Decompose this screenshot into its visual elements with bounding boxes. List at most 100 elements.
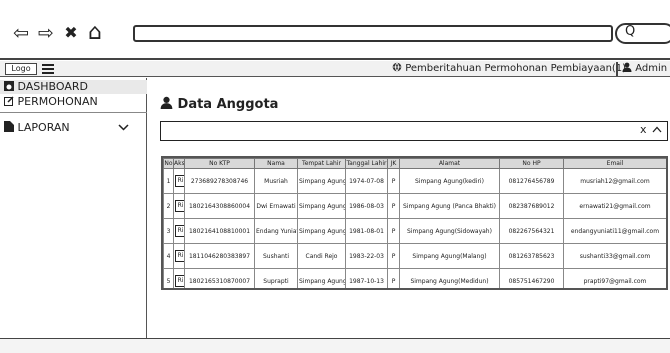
cell-email: endangyuniati11@gmail.com bbox=[563, 218, 666, 244]
cell-action: Ri bbox=[173, 268, 185, 288]
user-menu[interactable]: Admin bbox=[622, 62, 667, 76]
cell-alamat: Simpang Agung(Malang) bbox=[399, 243, 500, 269]
footer bbox=[0, 339, 670, 353]
cell-tanggal: 1974-07-08 bbox=[345, 168, 388, 194]
cell-alamat: Simpang Agung(Medidun) bbox=[399, 268, 500, 288]
close-icon[interactable]: x bbox=[640, 123, 647, 136]
globe-icon bbox=[392, 62, 402, 72]
cell-email: prapti97@gmail.com bbox=[563, 268, 666, 288]
cell-tanggal: 1981-08-01 bbox=[345, 218, 388, 244]
divider bbox=[616, 62, 618, 76]
chevron-up-icon[interactable] bbox=[652, 122, 662, 136]
cell-jk: P bbox=[387, 193, 400, 219]
cell-nama: Sushanti bbox=[254, 243, 298, 269]
user-icon bbox=[160, 96, 173, 109]
column-header: No bbox=[163, 158, 174, 169]
search-icon: Q bbox=[625, 24, 636, 39]
sidebar-item-label: DASHBOARD bbox=[17, 80, 89, 93]
column-header: No HP bbox=[499, 158, 564, 169]
column-header: Aksi bbox=[173, 158, 185, 169]
edit-icon bbox=[4, 96, 14, 106]
cell-jk: P bbox=[387, 243, 400, 269]
notification-link[interactable]: Pemberitahuan Permohonan Pembiayaan(1) bbox=[392, 62, 626, 76]
back-arrow-icon[interactable]: ⇦ bbox=[10, 22, 32, 44]
cell-jk: P bbox=[387, 218, 400, 244]
cell-hp: 082387689012 bbox=[499, 193, 564, 219]
menu-hamburger-icon[interactable] bbox=[42, 64, 54, 74]
sidebar-item-label: LAPORAN bbox=[17, 121, 70, 134]
cell-hp: 085751467290 bbox=[499, 268, 564, 288]
cell-action: Ri bbox=[173, 218, 185, 244]
column-header: Tanggal Lahir bbox=[345, 158, 388, 169]
action-button[interactable]: Ri bbox=[175, 225, 184, 237]
cell-alamat: Simpang Agung(kediri) bbox=[399, 168, 500, 194]
cell-nama: Endang Yuniati bbox=[254, 218, 298, 244]
cell-tempat: Simpang Agung bbox=[297, 193, 346, 219]
action-button[interactable]: Ri bbox=[175, 200, 184, 212]
notification-text: Pemberitahuan Permohonan Pembiayaan(1) bbox=[405, 63, 627, 74]
sidebar-item-dashboard[interactable]: DASHBOARD bbox=[0, 80, 147, 94]
data-table: No Aksi No KTP Nama Tempat Lahir Tanggal… bbox=[161, 156, 668, 290]
cell-email: musriah12@gmail.com bbox=[563, 168, 666, 194]
cell-tempat: Simpang Agung bbox=[297, 168, 346, 194]
table-row: 4 Ri 1811046280383897 Sushanti Candi Rej… bbox=[163, 243, 666, 269]
cell-no: 3 bbox=[163, 218, 174, 244]
cell-email: sushanti33@gmail.com bbox=[563, 243, 666, 269]
action-button[interactable]: Ri bbox=[175, 250, 184, 262]
cell-tanggal: 1986-08-03 bbox=[345, 193, 388, 219]
cell-alamat: Simpang Agung(Sidowayah) bbox=[399, 218, 500, 244]
page-title-text: Data Anggota bbox=[177, 97, 279, 112]
sidebar bbox=[0, 78, 147, 338]
cell-no: 4 bbox=[163, 243, 174, 269]
cell-action: Ri bbox=[173, 193, 185, 219]
cell-hp: 082267564321 bbox=[499, 218, 564, 244]
forward-arrow-icon[interactable]: ⇨ bbox=[35, 22, 57, 44]
search-input[interactable] bbox=[160, 121, 668, 141]
user-icon bbox=[622, 62, 632, 72]
cell-no: 2 bbox=[163, 193, 174, 219]
action-button[interactable]: Ri bbox=[175, 275, 184, 287]
cell-tempat: Simpang Agung bbox=[297, 268, 346, 288]
cell-ktp: 1811046280383897 bbox=[184, 243, 255, 269]
sidebar-item-label: PERMOHONAN bbox=[17, 95, 98, 108]
cell-email: ernawati21@gmail.com bbox=[563, 193, 666, 219]
home-icon[interactable]: ⌂ bbox=[82, 22, 108, 44]
cell-action: Ri bbox=[173, 168, 185, 194]
chevron-down-icon[interactable] bbox=[118, 120, 129, 134]
cell-ktp: 1802164308860004 bbox=[184, 193, 255, 219]
table-header: No Aksi No KTP Nama Tempat Lahir Tanggal… bbox=[163, 158, 666, 169]
logo: Logo bbox=[5, 63, 37, 75]
cell-ktp: 273689278308746 bbox=[184, 168, 255, 194]
cell-jk: P bbox=[387, 168, 400, 194]
cell-tanggal: 1987-10-13 bbox=[345, 268, 388, 288]
column-header: Nama bbox=[254, 158, 298, 169]
cell-jk: P bbox=[387, 268, 400, 288]
table-row: 2 Ri 1802164308860004 Dwi Ernawati Simpa… bbox=[163, 193, 666, 219]
table-row: 3 Ri 1802164108810001 Endang Yuniati Sim… bbox=[163, 218, 666, 244]
divider bbox=[0, 58, 670, 60]
user-name: Admin bbox=[635, 63, 668, 74]
cell-ktp: 1802164108810001 bbox=[184, 218, 255, 244]
cell-nama: Dwi Ernawati bbox=[254, 193, 298, 219]
cell-action: Ri bbox=[173, 243, 185, 269]
table-row: 5 Ri 1802165310870007 Suprapti Simpang A… bbox=[163, 268, 666, 288]
cell-tempat: Simpang Agung bbox=[297, 218, 346, 244]
cell-ktp: 1802165310870007 bbox=[184, 268, 255, 288]
cell-alamat: Simpang Agung (Panca Bhakti) bbox=[399, 193, 500, 219]
cell-hp: 081276456789 bbox=[499, 168, 564, 194]
address-bar[interactable] bbox=[133, 25, 613, 42]
close-icon[interactable]: ✖ bbox=[60, 22, 82, 44]
cell-no: 1 bbox=[163, 168, 174, 194]
dashboard-icon bbox=[4, 81, 14, 91]
action-button[interactable]: Ri bbox=[175, 175, 184, 187]
cell-nama: Musriah bbox=[254, 168, 298, 194]
cell-hp: 081263785623 bbox=[499, 243, 564, 269]
sidebar-item-permohonan[interactable]: PERMOHONAN bbox=[0, 95, 147, 113]
cell-nama: Suprapti bbox=[254, 268, 298, 288]
column-header: Alamat bbox=[399, 158, 500, 169]
column-header: JK bbox=[387, 158, 400, 169]
column-header: Tempat Lahir bbox=[297, 158, 346, 169]
browser-search-button[interactable]: Q bbox=[615, 23, 670, 44]
column-header: Email bbox=[563, 158, 666, 169]
cell-tanggal: 1983-22-03 bbox=[345, 243, 388, 269]
